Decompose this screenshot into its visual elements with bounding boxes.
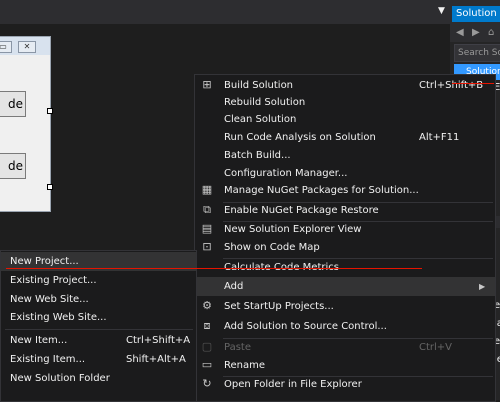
dropdown-arrow-icon[interactable]: ▼ <box>438 6 445 16</box>
code-map-icon: ⊡ <box>202 240 212 253</box>
menu-item-add[interactable]: Add ▶ <box>195 277 495 296</box>
submenu-item-new-solution-folder[interactable]: New Solution Folder <box>1 369 196 388</box>
build-icon: ⊞ <box>202 78 212 91</box>
menu-item-new-solution-explorer-view[interactable]: ▤ New Solution Explorer View <box>195 220 495 239</box>
annotation-underline <box>6 268 422 269</box>
menu-item-batch-build[interactable]: Batch Build... <box>195 146 495 165</box>
title-bar: ▼ Solution Explorer <box>0 0 500 24</box>
annotation-underline <box>452 83 494 84</box>
submenu-item-existing-project[interactable]: Existing Project... <box>1 271 196 290</box>
menu-item-manage-nuget[interactable]: ▦ Manage NuGet Packages for Solution... <box>195 181 495 200</box>
menu-item-enable-nuget-restore[interactable]: ⧉ Enable NuGet Package Restore <box>195 201 495 220</box>
home-icon[interactable]: ⌂ <box>488 27 494 38</box>
package-restore-icon: ⧉ <box>203 203 211 216</box>
submenu-item-new-item[interactable]: New Item... Ctrl+Shift+A <box>1 331 196 350</box>
nuget-icon: ▦ <box>201 183 213 196</box>
resize-handle[interactable] <box>47 184 53 190</box>
close-icon[interactable]: ✕ <box>18 41 36 53</box>
back-icon[interactable]: ◀ <box>456 27 464 38</box>
menu-item-show-on-code-map[interactable]: ⊡ Show on Code Map <box>195 238 495 257</box>
solution-search-input[interactable]: Search Solution Explorer <box>454 44 500 62</box>
form-caption-bar: ▭ ✕ <box>0 37 50 55</box>
submenu-item-existing-item[interactable]: Existing Item... Shift+Alt+A <box>1 350 196 369</box>
menu-item-set-startup-projects[interactable]: ⚙ Set StartUp Projects... <box>195 297 495 316</box>
form-button-2[interactable]: de <box>0 153 26 179</box>
forward-icon[interactable]: ▶ <box>472 27 480 38</box>
open-folder-icon: ↻ <box>202 377 212 390</box>
submenu-arrow-icon: ▶ <box>479 282 486 291</box>
menu-item-run-code-analysis[interactable]: Run Code Analysis on Solution Alt+F11 <box>195 128 495 147</box>
solution-context-menu: ⊞ Build Solution Ctrl+Shift+B Rebuild So… <box>194 74 496 402</box>
new-view-icon: ▤ <box>201 222 213 235</box>
menu-item-add-to-source-control[interactable]: ⧈ Add Solution to Source Control... <box>195 317 495 336</box>
gear-icon: ⚙ <box>202 299 212 312</box>
designer-form[interactable]: ▭ ✕ de de <box>0 36 51 212</box>
menu-item-open-folder[interactable]: ↻ Open Folder in File Explorer <box>195 375 495 394</box>
maximize-icon[interactable]: ▭ <box>0 41 12 53</box>
menu-item-paste[interactable]: ▢ Paste Ctrl+V <box>195 338 495 357</box>
solution-explorer-toolbar: ◀ ▶ ⌂ <box>450 24 500 42</box>
menu-item-rename[interactable]: ▭ Rename <box>195 356 495 375</box>
paste-icon: ▢ <box>201 340 213 353</box>
menu-item-clean-solution[interactable]: Clean Solution <box>195 110 495 129</box>
menu-separator <box>5 329 193 330</box>
form-button-1[interactable]: de <box>0 91 26 117</box>
add-submenu: New Project... Existing Project... New W… <box>0 250 197 402</box>
resize-handle[interactable] <box>47 108 53 114</box>
solution-explorer-title[interactable]: Solution Explorer <box>452 6 500 22</box>
form-designer: ▭ ✕ de de <box>0 24 195 250</box>
source-control-icon: ⧈ <box>203 319 211 332</box>
rename-icon: ▭ <box>201 358 213 371</box>
submenu-item-new-web-site[interactable]: New Web Site... <box>1 290 196 309</box>
submenu-item-existing-web-site[interactable]: Existing Web Site... <box>1 308 196 327</box>
